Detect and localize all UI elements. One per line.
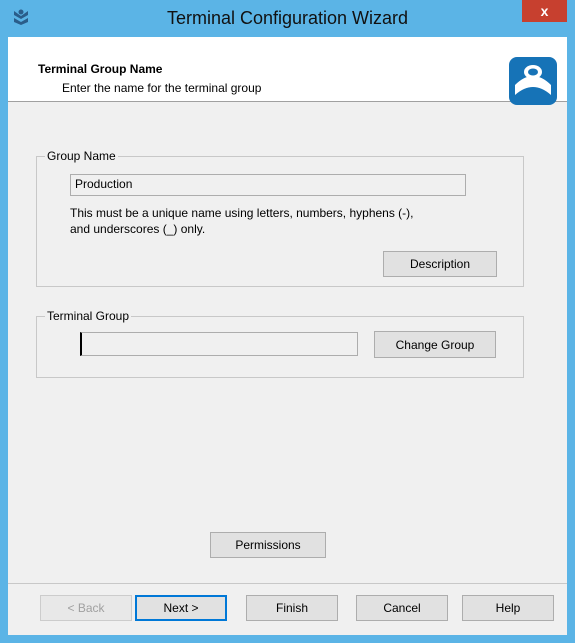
cancel-button[interactable]: Cancel — [356, 595, 448, 621]
group-name-legend: Group Name — [47, 149, 116, 163]
page-subtitle: Enter the name for the terminal group — [62, 81, 262, 95]
group-name-rule-line2: and underscores (_) only. — [70, 222, 206, 236]
page-title: Terminal Group Name — [38, 62, 163, 76]
terminal-group-input[interactable] — [80, 332, 358, 356]
description-button[interactable]: Description — [383, 251, 497, 277]
back-button[interactable]: < Back — [40, 595, 132, 621]
finish-button[interactable]: Finish — [246, 595, 338, 621]
close-button[interactable]: x — [522, 0, 567, 22]
change-group-button[interactable]: Change Group — [374, 331, 496, 358]
terminal-group-legend: Terminal Group — [47, 309, 130, 323]
group-name-rule-line1: This must be a unique name using letters… — [70, 206, 414, 220]
group-name-input[interactable]: Production — [70, 174, 466, 196]
help-button[interactable]: Help — [462, 595, 554, 621]
wizard-window: Terminal Configuration Wizard x Terminal… — [0, 0, 575, 643]
thinmanager-logo-icon — [509, 57, 557, 105]
title-bar[interactable]: Terminal Configuration Wizard x — [0, 0, 575, 37]
permissions-button[interactable]: Permissions — [210, 532, 326, 558]
next-button[interactable]: Next > — [135, 595, 227, 621]
window-title: Terminal Configuration Wizard — [166, 8, 409, 28]
wizard-header: Terminal Group Name Enter the name for t… — [8, 37, 567, 105]
wizard-client-area: Terminal Group Name Enter the name for t… — [8, 37, 567, 635]
footer-divider — [8, 583, 567, 584]
